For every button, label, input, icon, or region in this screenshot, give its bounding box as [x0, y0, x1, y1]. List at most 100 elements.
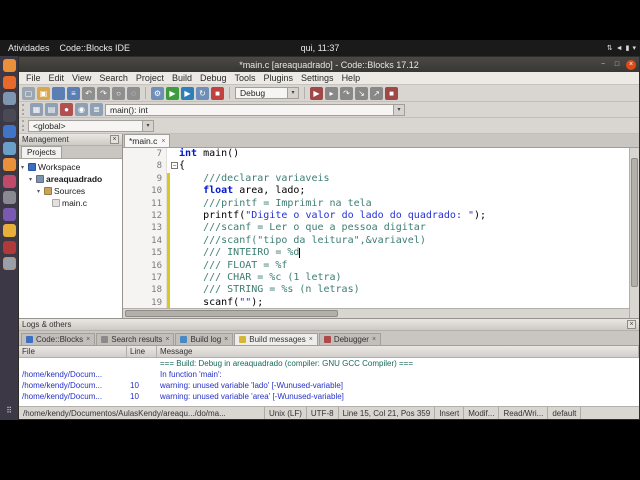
- fold-marker-icon[interactable]: −: [171, 162, 178, 170]
- debug-continue-icon[interactable]: ▶: [310, 86, 323, 100]
- step-out-icon[interactable]: ↗: [370, 86, 383, 100]
- help-icon[interactable]: [2, 141, 16, 155]
- libreoffice-icon[interactable]: [2, 240, 16, 254]
- editor-tab-close-icon[interactable]: ×: [161, 138, 165, 145]
- toolbar-grip[interactable]: [22, 120, 26, 131]
- logs-close-icon[interactable]: ×: [627, 320, 636, 329]
- menu-build[interactable]: Build: [168, 73, 196, 83]
- expander-icon[interactable]: ▾: [21, 164, 28, 171]
- log-row[interactable]: === Build: Debug in areaquadrado (compil…: [19, 358, 639, 369]
- debugging-windows-icon[interactable]: ▦: [30, 103, 43, 116]
- amazon-icon[interactable]: [2, 224, 16, 237]
- find-icon[interactable]: ○: [112, 86, 125, 100]
- save-icon[interactable]: [52, 86, 65, 100]
- horizontal-scroll-thumb[interactable]: [125, 310, 338, 317]
- step-next-line-icon[interactable]: ↷: [340, 86, 353, 100]
- menu-plugins[interactable]: Plugins: [260, 73, 298, 83]
- menu-edit[interactable]: Edit: [45, 73, 69, 83]
- mail-icon[interactable]: [2, 92, 16, 105]
- tab-debugger[interactable]: Debugger ×: [318, 333, 382, 345]
- tab-close-icon[interactable]: ×: [372, 336, 376, 343]
- tab-close-icon[interactable]: ×: [86, 336, 90, 343]
- maximize-button[interactable]: □: [612, 60, 622, 70]
- menu-project[interactable]: Project: [132, 73, 168, 83]
- column-header-file[interactable]: File: [19, 346, 127, 357]
- menu-file[interactable]: File: [22, 73, 45, 83]
- call-stack-icon[interactable]: ≣: [90, 103, 103, 116]
- toolbar-grip[interactable]: [22, 104, 26, 115]
- minimize-button[interactable]: −: [598, 60, 608, 70]
- tab-search-results[interactable]: Search results ×: [96, 333, 175, 345]
- code-line[interactable]: 10 float area, lado;: [123, 185, 629, 198]
- run-to-cursor-icon[interactable]: ▸: [325, 86, 338, 100]
- tab-close-icon[interactable]: ×: [165, 336, 169, 343]
- code-line[interactable]: 15 /// INTEIRO = %d: [123, 247, 629, 260]
- scope-combo-arrow-icon[interactable]: ▾: [142, 120, 153, 131]
- menu-debug[interactable]: Debug: [196, 73, 231, 83]
- build-target-combo-arrow-icon[interactable]: ▾: [287, 88, 298, 98]
- watches-icon[interactable]: ◉: [75, 103, 88, 116]
- writer-icon[interactable]: [2, 125, 16, 138]
- column-header-line[interactable]: Line: [127, 346, 157, 357]
- tree-item-areaquadrado[interactable]: ▾ areaquadrado: [19, 173, 122, 185]
- redo-icon[interactable]: ↷: [97, 86, 110, 100]
- system-tray[interactable]: ⇅ ◄ ▮ ▾: [607, 40, 636, 56]
- code-line[interactable]: 14 ///scanf("tipo da leitura",&variavel): [123, 234, 629, 248]
- vertical-scroll-thumb[interactable]: [631, 158, 638, 288]
- code-line[interactable]: 11 ///printf = Imprimir na tela: [123, 197, 629, 210]
- code-line[interactable]: 12 printf("Digite o valor do lado do qua…: [123, 209, 629, 223]
- trash-icon[interactable]: [2, 191, 16, 204]
- tree-item-sources[interactable]: ▾ Sources: [19, 185, 122, 197]
- abort-build-icon[interactable]: ■: [211, 86, 224, 100]
- tab-build-log[interactable]: Build log ×: [175, 333, 234, 345]
- window-titlebar[interactable]: *main.c [areaquadrado] - Code::Blocks 17…: [19, 57, 639, 72]
- tab-code-blocks[interactable]: Code::Blocks ×: [21, 333, 96, 345]
- build-and-run-icon[interactable]: ▶: [181, 86, 194, 100]
- run-icon[interactable]: ▶: [166, 86, 179, 100]
- build-icon[interactable]: ⚙: [151, 86, 164, 100]
- codeblocks-icon[interactable]: [2, 257, 16, 270]
- focused-app-menu[interactable]: Code::Blocks IDE: [60, 43, 131, 53]
- horizontal-scrollbar[interactable]: [123, 308, 629, 318]
- undo-icon[interactable]: ↶: [82, 86, 95, 100]
- scope-combo[interactable]: <global> ▾: [28, 119, 154, 132]
- battery-icon[interactable]: ▮: [626, 44, 630, 52]
- code-line[interactable]: 9 ///declarar variaveis: [123, 172, 629, 186]
- build-target-combo[interactable]: Debug ▾: [235, 87, 299, 99]
- tab-build-messages[interactable]: Build messages ×: [234, 333, 318, 345]
- network-icon[interactable]: ⇅: [607, 44, 613, 52]
- firefox-icon[interactable]: [2, 75, 16, 89]
- log-row[interactable]: /home/kendy/Docum... In function 'main':: [19, 369, 639, 380]
- clock[interactable]: qui, 11:37: [301, 40, 340, 56]
- menu-search[interactable]: Search: [95, 73, 132, 83]
- various-info-icon[interactable]: ▤: [45, 103, 58, 116]
- code-line[interactable]: 8−{: [123, 160, 629, 173]
- management-close-icon[interactable]: ×: [110, 135, 119, 144]
- close-button[interactable]: ×: [626, 59, 636, 70]
- menu-view[interactable]: View: [68, 73, 95, 83]
- new-file-icon[interactable]: ▢: [22, 86, 35, 100]
- menu-help[interactable]: Help: [338, 73, 365, 83]
- vertical-scrollbar[interactable]: [629, 148, 639, 318]
- tab-projects[interactable]: Projects: [21, 146, 62, 158]
- tree-item-workspace[interactable]: ▾ Workspace: [19, 161, 122, 173]
- code-line[interactable]: 7 int main(): [123, 148, 629, 161]
- replace-icon[interactable]: ◌: [127, 86, 140, 100]
- dropdown-caret-icon[interactable]: ▾: [632, 44, 636, 52]
- code-line[interactable]: 16 /// FLOAT = %f: [123, 259, 629, 272]
- save-all-icon[interactable]: ≡: [67, 86, 80, 100]
- volume-icon[interactable]: ◄: [616, 45, 623, 52]
- software-icon[interactable]: [2, 158, 16, 171]
- menu-settings[interactable]: Settings: [297, 73, 338, 83]
- expander-icon[interactable]: ▾: [37, 188, 44, 195]
- log-row[interactable]: /home/kendy/Docum... 10 warning: unused va…: [19, 380, 639, 391]
- rhythmbox-icon[interactable]: [2, 207, 16, 221]
- rebuild-icon[interactable]: ↻: [196, 86, 209, 100]
- code-line[interactable]: 18 /// STRING = %s (n letras): [123, 284, 629, 297]
- settings-icon[interactable]: [2, 174, 16, 188]
- tree-item-main-c[interactable]: main.c: [19, 197, 122, 209]
- tab-close-icon[interactable]: ×: [224, 336, 228, 343]
- activities-button[interactable]: Atividades: [8, 43, 50, 53]
- code-line[interactable]: 19 scanf("");: [123, 296, 629, 308]
- step-into-icon[interactable]: ↘: [355, 86, 368, 100]
